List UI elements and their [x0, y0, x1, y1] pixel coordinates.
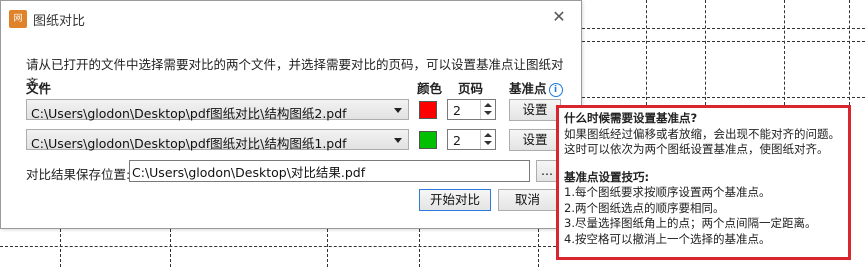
drawing-dashed-line [538, 229, 539, 267]
drawing-dashed-line [582, 41, 865, 42]
color-swatch-1[interactable] [419, 101, 437, 119]
drawing-dashed-line [419, 229, 420, 267]
title-bar[interactable]: 网 图纸对比 ✕ [1, 1, 581, 35]
page-stepper-2-value: 2 [453, 133, 461, 148]
page-stepper-1[interactable]: 2 [447, 99, 496, 120]
app-logo-icon: 网 [9, 10, 27, 28]
drawing-dashed-line [784, 0, 785, 105]
drawing-dashed-line [582, 28, 865, 29]
save-location-label: 对比结果保存位置: [26, 167, 131, 182]
file-select-2[interactable]: C:\Users\glodon\Desktop\pdf图纸对比\结构图纸1.pd… [26, 129, 409, 151]
file-column-header: 文件 [26, 81, 52, 96]
stepper-buttons[interactable] [480, 100, 495, 119]
tooltip-tip-item: 4.按空格可以撤消上一个选择的基准点。 [564, 231, 771, 246]
drawing-dashed-line [849, 0, 850, 105]
drawing-dashed-line [705, 0, 706, 105]
tooltip-tip-item: 1.每个图纸要求按顺序设置两个基准点。 [564, 185, 771, 199]
file-select-1[interactable]: C:\Users\glodon\Desktop\pdf图纸对比\结构图纸2.pd… [26, 99, 409, 121]
drawing-dashed-line [327, 229, 328, 267]
file-select-1-value: C:\Users\glodon\Desktop\pdf图纸对比\结构图纸2.pd… [31, 106, 347, 121]
arrow-down-icon[interactable] [484, 141, 492, 145]
save-path-input[interactable] [132, 162, 527, 180]
chevron-down-icon[interactable] [394, 108, 402, 113]
tooltip-tip-item: 2.两个图纸选点的顺序要相同。 [564, 200, 725, 215]
compare-dialog: 网 图纸对比 ✕ 请从已打开的文件中选择需要对比的两个文件，并选择需要对比的页码… [0, 0, 582, 229]
close-icon[interactable]: ✕ [549, 7, 569, 27]
tooltip-tips-title: 基准点设置技巧: [564, 169, 650, 184]
tooltip-tip-item: 3.尽量选择图纸角上的点；两个点间隔一定距离。 [564, 216, 817, 230]
drawing-dashed-line [582, 97, 865, 98]
drawing-dashed-line [60, 229, 61, 267]
page-stepper-1-value: 2 [453, 103, 461, 118]
color-column-header: 颜色 [417, 81, 443, 96]
dialog-title: 图纸对比 [33, 14, 86, 29]
arrow-up-icon[interactable] [484, 103, 492, 107]
base-point-column-header: 基准点 i [509, 78, 563, 97]
start-compare-button[interactable]: 开始对比 [419, 189, 491, 211]
file-select-2-value: C:\Users\glodon\Desktop\pdf图纸对比\结构图纸1.pd… [31, 136, 347, 151]
base-point-help-tooltip: 什么时候需要设置基准点? 如果图纸经过偏移或者放缩，会出现不能对齐的问题。 这时… [556, 105, 851, 260]
stepper-buttons[interactable] [480, 130, 495, 149]
info-icon[interactable]: i [548, 82, 563, 97]
arrow-down-icon[interactable] [484, 111, 492, 115]
set-base-point-button-2[interactable]: 设置 [509, 129, 561, 151]
tooltip-text: 这时可以依次为两个图纸设置基准点，使图纸对齐。 [564, 142, 829, 156]
tooltip-question-title: 什么时候需要设置基准点? [564, 111, 698, 125]
tooltip-text: 如果图纸经过偏移或者放缩，会出现不能对齐的问题。 [564, 126, 840, 141]
save-path-field[interactable] [129, 160, 530, 182]
arrow-up-icon[interactable] [484, 133, 492, 137]
set-base-point-button-1[interactable]: 设置 [509, 99, 561, 121]
chevron-down-icon[interactable] [394, 138, 402, 143]
color-swatch-2[interactable] [419, 131, 437, 149]
cancel-button[interactable]: 取消 [498, 189, 557, 211]
page-column-header: 页码 [458, 81, 484, 96]
instruction-text: 请从已打开的文件中选择需要对比的两个文件，并选择需要对比的页码，可以设置基准点让… [26, 57, 564, 91]
browse-button[interactable]: ... [536, 160, 558, 182]
drawing-dashed-line [0, 246, 556, 247]
drawing-dashed-line [170, 229, 171, 267]
page-stepper-2[interactable]: 2 [447, 129, 496, 150]
drawing-dashed-line [646, 0, 647, 105]
base-point-label: 基准点 [509, 81, 547, 96]
